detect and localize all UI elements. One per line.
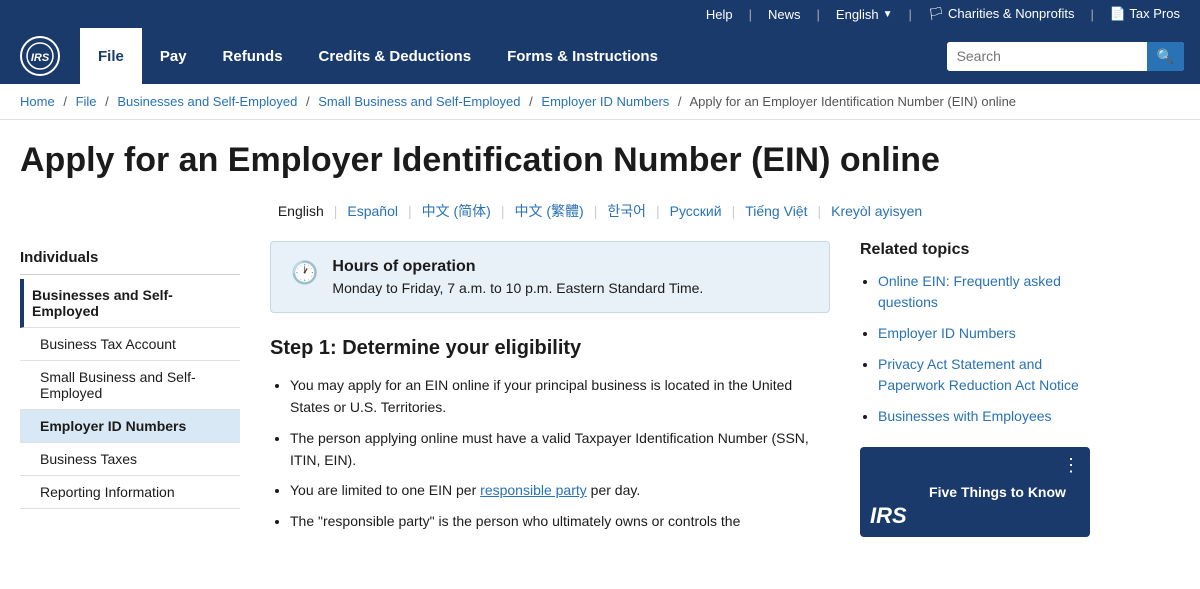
hours-text: Monday to Friday, 7 a.m. to 10 p.m. East… [332,280,703,296]
nav-item-forms[interactable]: Forms & Instructions [489,28,676,84]
bullet-3: You are limited to one EIN per responsib… [290,479,830,501]
search-input[interactable] [947,42,1147,70]
related-item-2: Employer ID Numbers [878,323,1090,344]
lang-espanol[interactable]: Español [347,203,398,219]
breadcrumb-businesses[interactable]: Businesses and Self-Employed [117,94,297,109]
tax-pros-link[interactable]: 📄 Tax Pros [1110,6,1180,22]
logo-area: IRS [0,28,80,84]
irs-emblem: IRS [20,36,60,76]
sidebar-item-business-tax[interactable]: Business Tax Account [20,328,240,361]
sidebar-item-ein[interactable]: Employer ID Numbers [20,410,240,443]
related-link-1[interactable]: Online EIN: Frequently asked questions [878,273,1061,310]
page-title-area: Apply for an Employer Identification Num… [0,120,1200,191]
bullet-2: The person applying online must have a v… [290,427,830,472]
lang-chinese-simplified[interactable]: 中文 (简体) [422,201,491,221]
sidebar-item-reporting[interactable]: Reporting Information [20,476,240,509]
help-link[interactable]: Help [706,7,733,22]
nav-item-file[interactable]: File [80,28,142,84]
breadcrumb-file[interactable]: File [76,94,97,109]
page-title: Apply for an Employer Identification Num… [20,140,1180,181]
video-irs-logo: IRS [870,503,907,529]
language-selector[interactable]: English ▼ [836,7,893,22]
sidebar-item-small-business[interactable]: Small Business and Self-Employed [20,361,240,410]
top-utility-bar: Help | News | English ▼ | 🏳 Charities & … [0,0,1200,28]
main-nav: IRS File Pay Refunds Credits & Deduction… [0,28,1200,84]
nav-item-credits[interactable]: Credits & Deductions [301,28,490,84]
main-content: 🕐 Hours of operation Monday to Friday, 7… [270,241,830,540]
step1-bullets: You may apply for an EIN online if your … [270,374,830,532]
irs-logo: IRS [20,36,60,76]
bullet-1: You may apply for an EIN online if your … [290,374,830,419]
news-link[interactable]: News [768,7,801,22]
charities-link[interactable]: 🏳 Charities & Nonprofits [928,6,1075,22]
sidebar: Individuals Businesses and Self-Employed… [20,241,240,540]
breadcrumb-small-business[interactable]: Small Business and Self-Employed [318,94,520,109]
content-area: Individuals Businesses and Self-Employed… [0,241,1200,560]
related-item-1: Online EIN: Frequently asked questions [878,271,1090,313]
bullet-4: The "responsible party" is the person wh… [290,510,830,532]
svg-text:IRS: IRS [31,52,50,64]
search-area: 🔍 [931,28,1200,84]
step1-title: Step 1: Determine your eligibility [270,337,830,360]
nav-item-refunds[interactable]: Refunds [205,28,301,84]
nav-items: File Pay Refunds Credits & Deductions Fo… [80,28,931,84]
breadcrumb-home[interactable]: Home [20,94,55,109]
lang-vietnamese[interactable]: Tiếng Việt [745,203,807,219]
lang-english: English [278,203,324,219]
right-sidebar: Related topics Online EIN: Frequently as… [860,241,1090,540]
video-thumbnail[interactable]: IRS Five Things to Know ⋮ [860,447,1090,537]
related-item-3: Privacy Act Statement and Paperwork Redu… [878,354,1090,396]
sidebar-item-business-taxes[interactable]: Business Taxes [20,443,240,476]
flag-icon: 🏳 [928,6,945,21]
related-link-3[interactable]: Privacy Act Statement and Paperwork Redu… [878,356,1079,393]
search-box: 🔍 [947,42,1184,71]
lang-russian[interactable]: Русский [670,203,722,219]
breadcrumb-ein[interactable]: Employer ID Numbers [541,94,669,109]
language-bar: English | Español | 中文 (简体) | 中文 (繁體) | … [0,191,1200,241]
sidebar-individuals-title: Individuals [20,241,240,275]
responsible-party-link[interactable]: responsible party [480,482,587,498]
related-topics-title: Related topics [860,241,1090,259]
document-icon: 📄 [1110,6,1126,21]
lang-korean[interactable]: 한국어 [607,201,646,221]
related-link-2[interactable]: Employer ID Numbers [878,325,1016,341]
related-item-4: Businesses with Employees [878,406,1090,427]
chevron-down-icon: ▼ [883,9,893,20]
nav-item-pay[interactable]: Pay [142,28,205,84]
sidebar-item-businesses[interactable]: Businesses and Self-Employed [20,279,240,328]
breadcrumb-current: Apply for an Employer Identification Num… [689,94,1016,109]
hours-box: 🕐 Hours of operation Monday to Friday, 7… [270,241,830,313]
hours-title: Hours of operation [332,258,703,276]
lang-chinese-traditional[interactable]: 中文 (繁體) [514,201,583,221]
video-menu-dots[interactable]: ⋮ [1062,455,1080,476]
breadcrumb: Home / File / Businesses and Self-Employ… [0,84,1200,120]
search-button[interactable]: 🔍 [1147,42,1184,71]
related-link-4[interactable]: Businesses with Employees [878,408,1052,424]
related-topics-list: Online EIN: Frequently asked questions E… [860,271,1090,427]
clock-icon: 🕐 [291,260,318,286]
lang-creole[interactable]: Kreyòl ayisyen [831,203,922,219]
